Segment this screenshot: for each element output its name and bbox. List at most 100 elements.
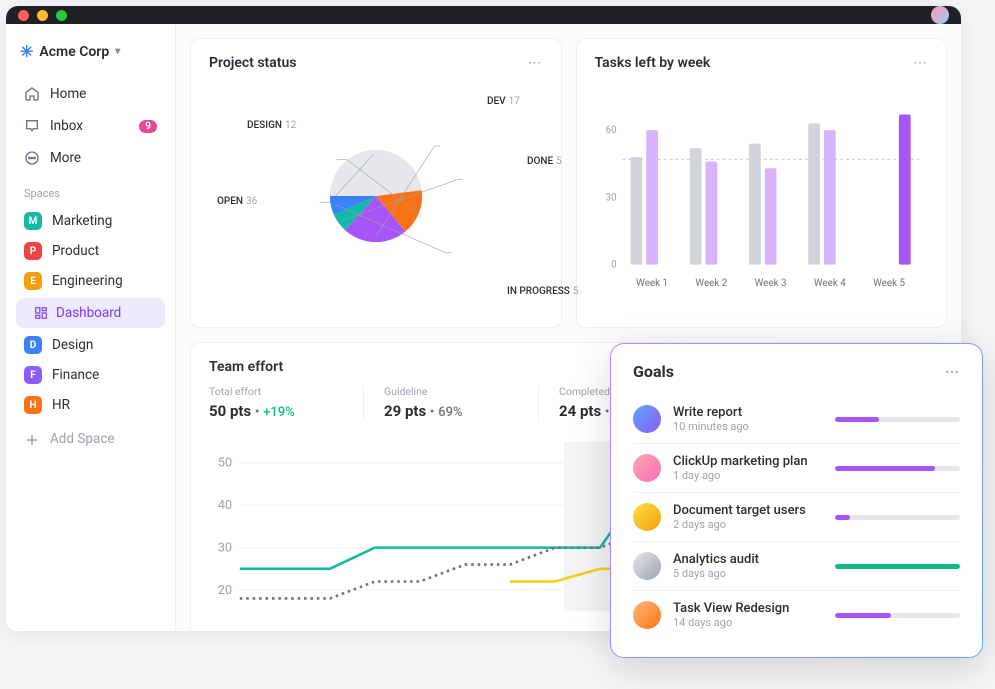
card-more-icon[interactable]: ⋯ (913, 55, 928, 71)
sidebar-space-hr[interactable]: H HR (16, 390, 165, 420)
avatar (633, 601, 661, 629)
maximize-icon[interactable] (56, 10, 67, 21)
sidebar-space-product[interactable]: P Product (16, 236, 165, 266)
svg-text:50: 50 (218, 456, 232, 471)
tasks-left-chart: 0 30 60 Week 1 Week 2 Week 3 Week 4 Week 5 (595, 81, 929, 311)
nav-inbox[interactable]: Inbox 9 (16, 111, 165, 141)
goal-progress (835, 564, 960, 569)
goal-time: 10 minutes ago (673, 420, 823, 433)
close-icon[interactable] (18, 10, 29, 21)
tasks-left-card: Tasks left by week ⋯ 0 30 60 Week 1 Week 2 We… (576, 38, 948, 328)
project-status-chart: OPEN36DESIGN12DEV17DONE5IN PROGRESS5 (209, 81, 543, 311)
avatar (633, 405, 661, 433)
nav-home[interactable]: Home (16, 79, 165, 109)
card-title: Tasks left by week (595, 55, 711, 71)
workspace-icon: ✳ (20, 42, 33, 61)
stat-total: Total effort 50 pts • +19% (209, 385, 364, 420)
space-badge-icon: M (24, 212, 42, 230)
spaces-section-label: Spaces (16, 175, 165, 204)
goal-row[interactable]: Analytics audit5 days ago (633, 542, 960, 591)
goal-name: Analytics audit (673, 552, 823, 567)
space-badge-icon: P (24, 242, 42, 260)
nav-more-label: More (50, 150, 81, 166)
space-label: Finance (52, 367, 99, 383)
goal-progress (835, 515, 960, 520)
user-avatar[interactable] (931, 6, 949, 24)
inbox-badge: 9 (139, 120, 157, 133)
sidebar-space-engineering[interactable]: EEngineering (16, 266, 165, 296)
space-label: Engineering (52, 273, 123, 289)
sidebar-space-design[interactable]: D Design (16, 330, 165, 360)
pie-label-design: DESIGN12 (247, 120, 296, 131)
card-title: Team effort (209, 359, 283, 375)
goal-progress (835, 466, 960, 471)
space-badge-icon: H (24, 396, 42, 414)
sidebar-space-finance[interactable]: F Finance (16, 360, 165, 390)
svg-text:Week 4: Week 4 (813, 278, 845, 289)
goals-more-icon[interactable]: ⋯ (945, 364, 960, 380)
stat-guideline: Guideline 29 pts • 69% (384, 385, 539, 420)
svg-text:Week 1: Week 1 (636, 278, 668, 289)
goal-row[interactable]: Task View Redesign14 days ago (633, 591, 960, 639)
goal-progress (835, 613, 960, 618)
space-label: Product (52, 243, 99, 259)
workspace-name: Acme Corp (39, 44, 109, 60)
project-status-card: Project status ⋯ OPEN36 DESIGN12 DEV17 DONE… (190, 38, 562, 328)
space-label: Design (52, 337, 93, 353)
nav-home-label: Home (50, 86, 86, 102)
dashboard-icon (34, 306, 48, 320)
goal-name: Write report (673, 405, 823, 420)
goal-name: ClickUp marketing plan (673, 454, 823, 469)
svg-text:60: 60 (605, 125, 616, 136)
goal-row[interactable]: Write report10 minutes ago (633, 395, 960, 444)
nav-more[interactable]: More (16, 143, 165, 173)
avatar (633, 454, 661, 482)
inbox-icon (24, 118, 40, 134)
space-label: HR (52, 397, 70, 413)
goal-row[interactable]: Document target users2 days ago (633, 493, 960, 542)
goal-name: Task View Redesign (673, 601, 823, 616)
pie-label-open: OPEN36 (217, 196, 257, 207)
pie-label-done: DONE5 (527, 156, 562, 167)
pie-label-dev: DEV17 (487, 96, 520, 107)
goal-time: 1 day ago (673, 469, 823, 482)
space-badge-icon: D (24, 336, 42, 354)
goal-name: Document target users (673, 503, 823, 518)
card-more-icon[interactable]: ⋯ (528, 55, 543, 71)
chevron-down-icon: ▾ (115, 46, 120, 57)
minimize-icon[interactable] (37, 10, 48, 21)
nav-inbox-label: Inbox (50, 118, 83, 134)
svg-text:40: 40 (218, 498, 232, 513)
goals-title: Goals ⋯ (633, 362, 960, 381)
goal-row[interactable]: ClickUp marketing plan1 day ago (633, 444, 960, 493)
dashboard-label: Dashboard (56, 305, 121, 321)
goal-progress (835, 417, 960, 422)
traffic-lights (18, 10, 67, 21)
goal-time: 5 days ago (673, 567, 823, 580)
goal-time: 2 days ago (673, 518, 823, 531)
svg-text:Week 3: Week 3 (754, 278, 786, 289)
goals-list: Write report10 minutes ago ClickUp marke… (633, 395, 960, 639)
svg-text:30: 30 (605, 192, 616, 203)
avatar (633, 503, 661, 531)
pie-label-in progress: IN PROGRESS5 (507, 286, 578, 297)
sidebar-space-marketing[interactable]: M Marketing (16, 206, 165, 236)
home-icon (24, 86, 40, 102)
svg-text:Week 2: Week 2 (695, 278, 727, 289)
sidebar: ✳ Acme Corp ▾ Home Inbox 9 (6, 24, 176, 631)
workspace-switcher[interactable]: ✳ Acme Corp ▾ (16, 36, 165, 67)
more-icon (24, 150, 40, 166)
plus-icon: ＋ (24, 429, 40, 449)
sidebar-item-dashboard[interactable]: Dashboard (16, 298, 165, 328)
svg-text:20: 20 (218, 583, 232, 598)
goals-panel: Goals ⋯ Write report10 minutes ago Click… (610, 343, 983, 658)
space-label: Marketing (52, 213, 112, 229)
space-badge-icon: F (24, 366, 42, 384)
avatar (633, 552, 661, 580)
add-space-button[interactable]: ＋ Add Space (16, 422, 165, 456)
goal-time: 14 days ago (673, 616, 823, 629)
card-title: Project status (209, 55, 296, 71)
svg-text:Week 5: Week 5 (873, 278, 905, 289)
svg-text:0: 0 (611, 260, 617, 271)
titlebar (6, 6, 961, 24)
